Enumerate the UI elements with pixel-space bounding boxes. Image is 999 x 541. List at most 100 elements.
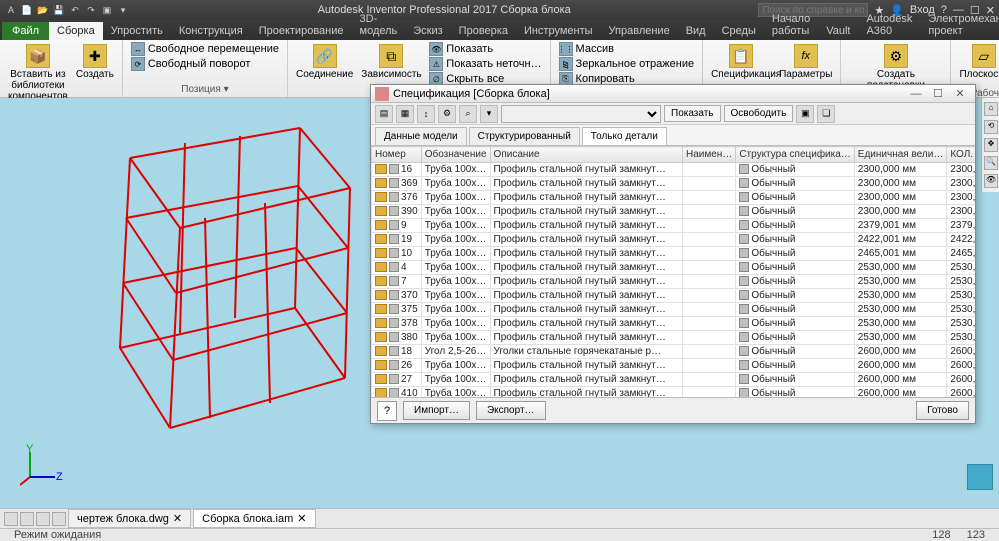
table-row[interactable]: 19Труба 100x…Профиль стальной гнутый зам… — [372, 233, 976, 247]
insert-from-library-button[interactable]: 📦Вставить из библиотеки компонентов — [6, 42, 70, 104]
doctab-assembly[interactable]: Сборка блока.iam✕ — [193, 509, 315, 528]
done-button[interactable]: Готово — [916, 401, 969, 420]
table-row[interactable]: 376Труба 100x…Профиль стальной гнутый за… — [372, 191, 976, 205]
close-icon[interactable]: ✕ — [949, 87, 971, 100]
qat-select-icon[interactable]: ▣ — [100, 3, 114, 17]
mirror-button[interactable]: ⧎Зеркальное отражение — [557, 57, 697, 71]
file-tab[interactable]: Файл — [2, 22, 49, 40]
table-row[interactable]: 390Труба 100x…Профиль стальной гнутый за… — [372, 205, 976, 219]
panel-position-label[interactable]: Позиция ▾ — [129, 82, 281, 95]
viewcube[interactable] — [967, 464, 993, 490]
free-button[interactable]: Освободить — [724, 105, 794, 122]
table-row[interactable]: 16Труба 100x…Профиль стальной гнутый зам… — [372, 163, 976, 177]
close-icon[interactable]: ✕ — [173, 512, 182, 525]
bom-grid[interactable]: НомерОбозначениеОписаниеНаимен…Структура… — [371, 145, 975, 397]
ribbon-tab-5[interactable]: Эскиз — [405, 22, 450, 40]
ribbon-tab-8[interactable]: Управление — [601, 22, 678, 40]
table-row[interactable]: 375Труба 100x…Профиль стальной гнутый за… — [372, 303, 976, 317]
tb-btn-2[interactable]: ▦ — [396, 105, 414, 123]
view-select[interactable] — [501, 105, 661, 123]
ribbon-tab-2[interactable]: Конструкция — [171, 22, 251, 40]
pattern-button[interactable]: ⋮⋮Массив — [557, 42, 697, 56]
zoom-icon[interactable]: 🔍 — [984, 156, 998, 170]
tab-parts-only[interactable]: Только детали — [582, 127, 667, 145]
tb-btn-1[interactable]: ▤ — [375, 105, 393, 123]
tb-btn-3[interactable]: ↕ — [417, 105, 435, 123]
help-button[interactable]: ? — [377, 401, 397, 421]
tab-model-data[interactable]: Данные модели — [375, 127, 467, 145]
ribbon-tab-12[interactable]: Vault — [818, 22, 858, 40]
ribbon-tab-4[interactable]: 3D-модель — [352, 10, 406, 40]
bom-button[interactable]: 📋Спецификация — [709, 42, 773, 82]
qat-open-icon[interactable]: 📂 — [36, 3, 50, 17]
minimize-icon[interactable]: — — [905, 88, 927, 100]
table-row[interactable]: 10Труба 100x…Профиль стальной гнутый зам… — [372, 247, 976, 261]
axis-triad: YZ — [20, 447, 60, 490]
constraint-button[interactable]: ⧉Зависимость — [359, 42, 423, 82]
show-button[interactable]: Показать — [664, 105, 721, 122]
maximize-icon[interactable]: ☐ — [927, 87, 949, 100]
tb-btn-8[interactable]: ❏ — [817, 105, 835, 123]
qat-undo-icon[interactable]: ↶ — [68, 3, 82, 17]
table-row[interactable]: 4Труба 100x…Профиль стальной гнутый замк… — [372, 261, 976, 275]
table-row[interactable]: 370Труба 100x…Профиль стальной гнутый за… — [372, 289, 976, 303]
table-row[interactable]: 18Угол 2,5-26…Уголки стальные горячеката… — [372, 345, 976, 359]
ribbon-tab-1[interactable]: Упростить — [103, 22, 171, 40]
look-icon[interactable]: 👁 — [984, 174, 998, 188]
ribbon-tab-14[interactable]: Электромеханический проект — [920, 10, 999, 40]
ribbon-tab-9[interactable]: Вид — [678, 22, 714, 40]
table-row[interactable]: 27Труба 100x…Профиль стальной гнутый зам… — [372, 373, 976, 387]
show-button[interactable]: 👁Показать — [427, 42, 543, 56]
table-row[interactable]: 26Труба 100x…Профиль стальной гнутый зам… — [372, 359, 976, 373]
tb-btn-6[interactable]: ▾ — [480, 105, 498, 123]
qat-new-icon[interactable]: 📄 — [20, 3, 34, 17]
qat-save-icon[interactable]: 💾 — [52, 3, 66, 17]
ribbon-tab-11[interactable]: Начало работы — [764, 10, 818, 40]
col-header[interactable]: Номер — [372, 147, 422, 163]
orbit-icon[interactable]: ⟲ — [984, 120, 998, 134]
ribbon-tab-3[interactable]: Проектирование — [251, 22, 352, 40]
dtab-icon[interactable] — [4, 512, 18, 526]
parameters-button[interactable]: fxПараметры — [777, 42, 834, 82]
col-header[interactable]: Структура специфика… — [736, 147, 854, 163]
col-header[interactable]: Описание — [490, 147, 682, 163]
import-button[interactable]: Импорт… — [403, 401, 470, 420]
tb-btn-4[interactable]: ⚙ — [438, 105, 456, 123]
table-row[interactable]: 369Труба 100x…Профиль стальной гнутый за… — [372, 177, 976, 191]
table-row[interactable]: 380Труба 100x…Профиль стальной гнутый за… — [372, 331, 976, 345]
ribbon-tab-0[interactable]: Сборка — [49, 22, 103, 40]
show-bad-button[interactable]: ⚠Показать неточн… — [427, 57, 543, 71]
home-icon[interactable]: ⌂ — [984, 102, 998, 116]
ribbon-tab-10[interactable]: Среды — [714, 22, 764, 40]
dtab-icon[interactable] — [52, 512, 66, 526]
export-button[interactable]: Экспорт… — [476, 401, 546, 420]
dtab-icon[interactable] — [20, 512, 34, 526]
col-header[interactable]: Наимен… — [682, 147, 735, 163]
dtab-icon[interactable] — [36, 512, 50, 526]
ribbon-tab-6[interactable]: Проверка — [451, 22, 516, 40]
table-row[interactable]: 9Труба 100x…Профиль стальной гнутый замк… — [372, 219, 976, 233]
ribbon-tab-13[interactable]: Autodesk A360 — [858, 10, 920, 40]
plane-button[interactable]: ▱Плоскость — [957, 42, 999, 82]
col-header[interactable]: Обозначение — [421, 147, 490, 163]
doctab-drawing[interactable]: чертеж блока.dwg✕ — [68, 509, 191, 528]
tb-btn-7[interactable]: ▣ — [796, 105, 814, 123]
col-header[interactable]: КОЛ. — [947, 147, 975, 163]
free-move-button[interactable]: ↔Свободное перемещение — [129, 42, 281, 56]
ribbon-tab-7[interactable]: Инструменты — [516, 22, 601, 40]
joint-button[interactable]: 🔗Соединение — [294, 42, 355, 82]
tab-structured[interactable]: Структурированный — [469, 127, 580, 145]
pan-icon[interactable]: ✥ — [984, 138, 998, 152]
qat-more-icon[interactable]: ▾ — [116, 3, 130, 17]
close-icon[interactable]: ✕ — [297, 512, 306, 525]
free-rotate-button[interactable]: ⟳Свободный поворот — [129, 57, 281, 71]
table-row[interactable]: 378Труба 100x…Профиль стальной гнутый за… — [372, 317, 976, 331]
table-row[interactable]: 410Труба 100x…Профиль стальной гнутый за… — [372, 387, 976, 398]
create-button[interactable]: ✚Создать — [74, 42, 116, 82]
qat-redo-icon[interactable]: ↷ — [84, 3, 98, 17]
col-header[interactable]: Единичная вели… — [854, 147, 947, 163]
tb-btn-5[interactable]: ⌕ — [459, 105, 477, 123]
status-b: 123 — [959, 529, 993, 541]
table-row[interactable]: 7Труба 100x…Профиль стальной гнутый замк… — [372, 275, 976, 289]
model-wireframe — [40, 118, 360, 458]
